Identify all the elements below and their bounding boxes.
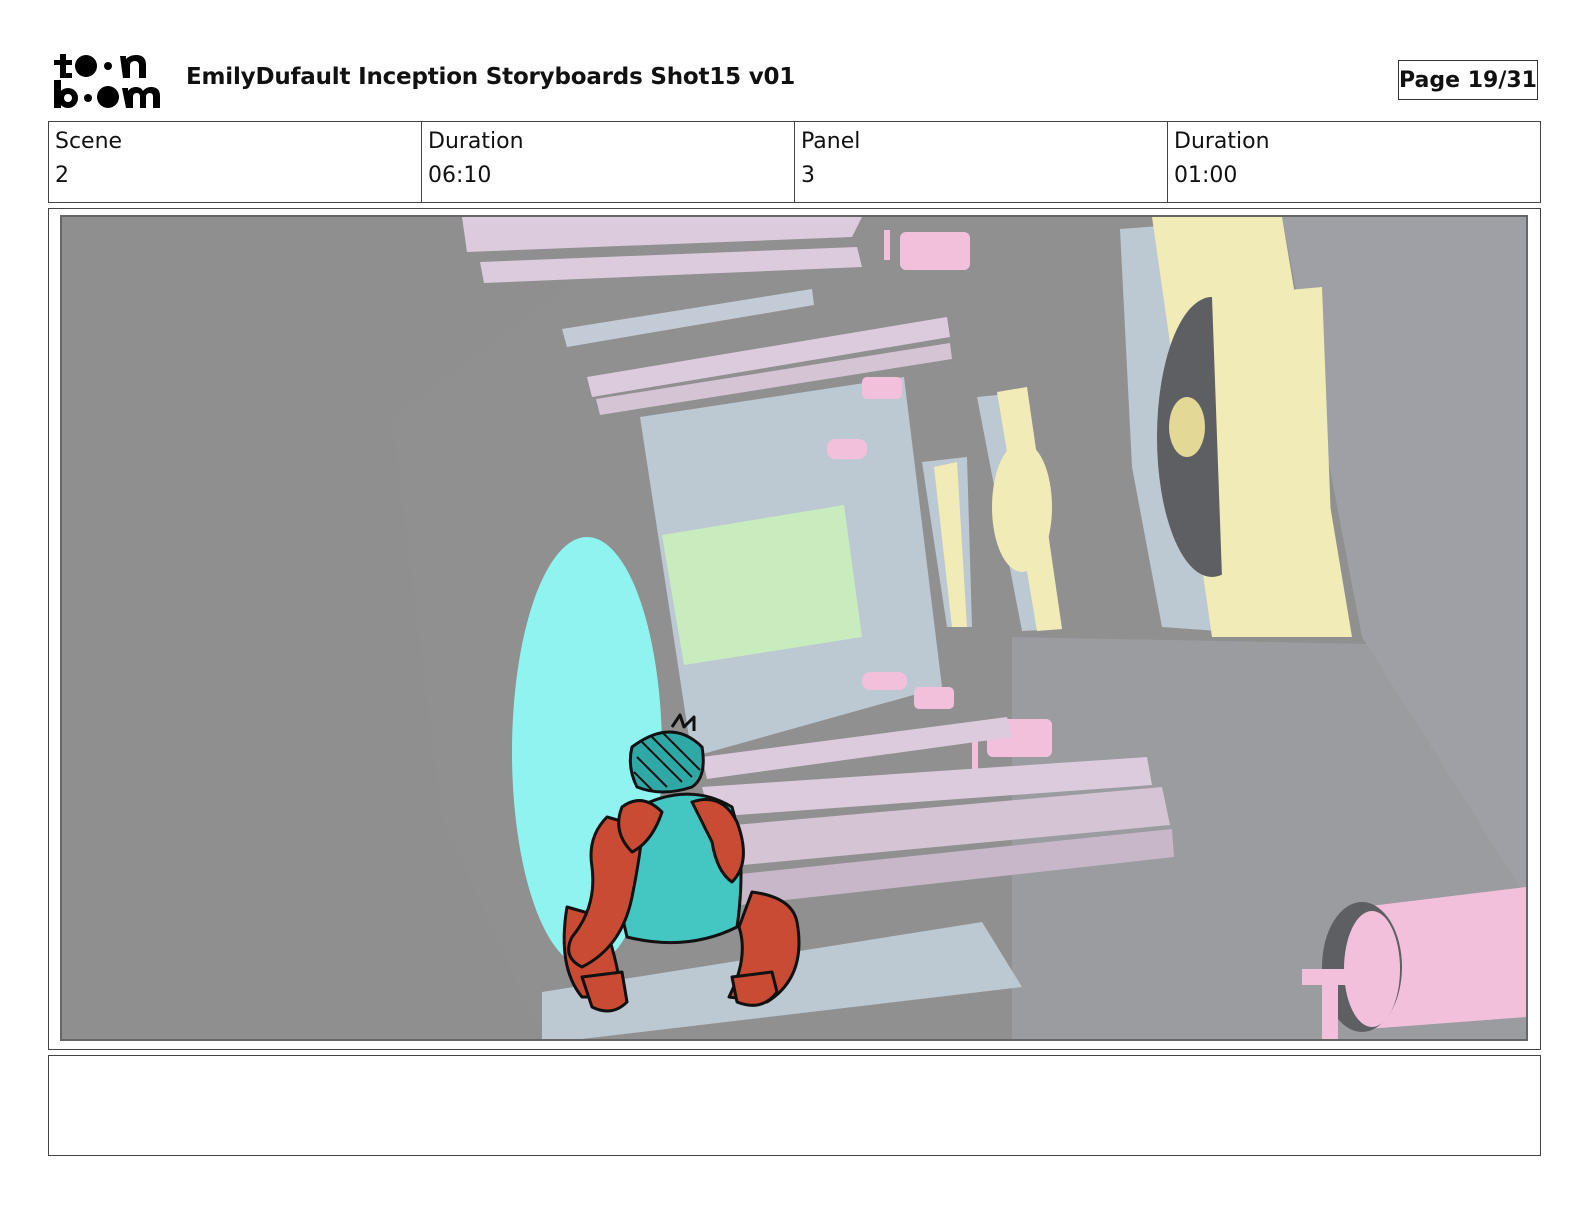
document-title: EmilyDufault Inception Storyboards Shot1… (186, 64, 796, 90)
scene-duration-cell: Duration 06:10 (422, 122, 795, 202)
panel-value: 3 (801, 163, 815, 188)
page-number: Page 19/31 (1398, 60, 1538, 100)
panel-label: Panel (801, 129, 861, 154)
panel-duration-value: 01:00 (1174, 163, 1238, 188)
shot-info-table: Scene 2 Duration 06:10 Panel 3 Duration … (48, 121, 1541, 203)
panel-duration-label: Duration (1174, 129, 1270, 154)
toon-boom-logo (50, 50, 166, 112)
panel-cell: Panel 3 (795, 122, 1168, 202)
scene-value: 2 (55, 163, 69, 188)
scene-duration-value: 06:10 (428, 163, 492, 188)
scene-cell: Scene 2 (49, 122, 422, 202)
panel-duration-cell: Duration 01:00 (1168, 122, 1540, 202)
storyboard-panel-image (60, 215, 1528, 1041)
toon-boom-logo-mark (54, 54, 160, 108)
scene-label: Scene (55, 129, 123, 154)
scene-duration-label: Duration (428, 129, 524, 154)
storyboard-drawing (62, 217, 1526, 1039)
panel-notes-box (48, 1055, 1541, 1156)
